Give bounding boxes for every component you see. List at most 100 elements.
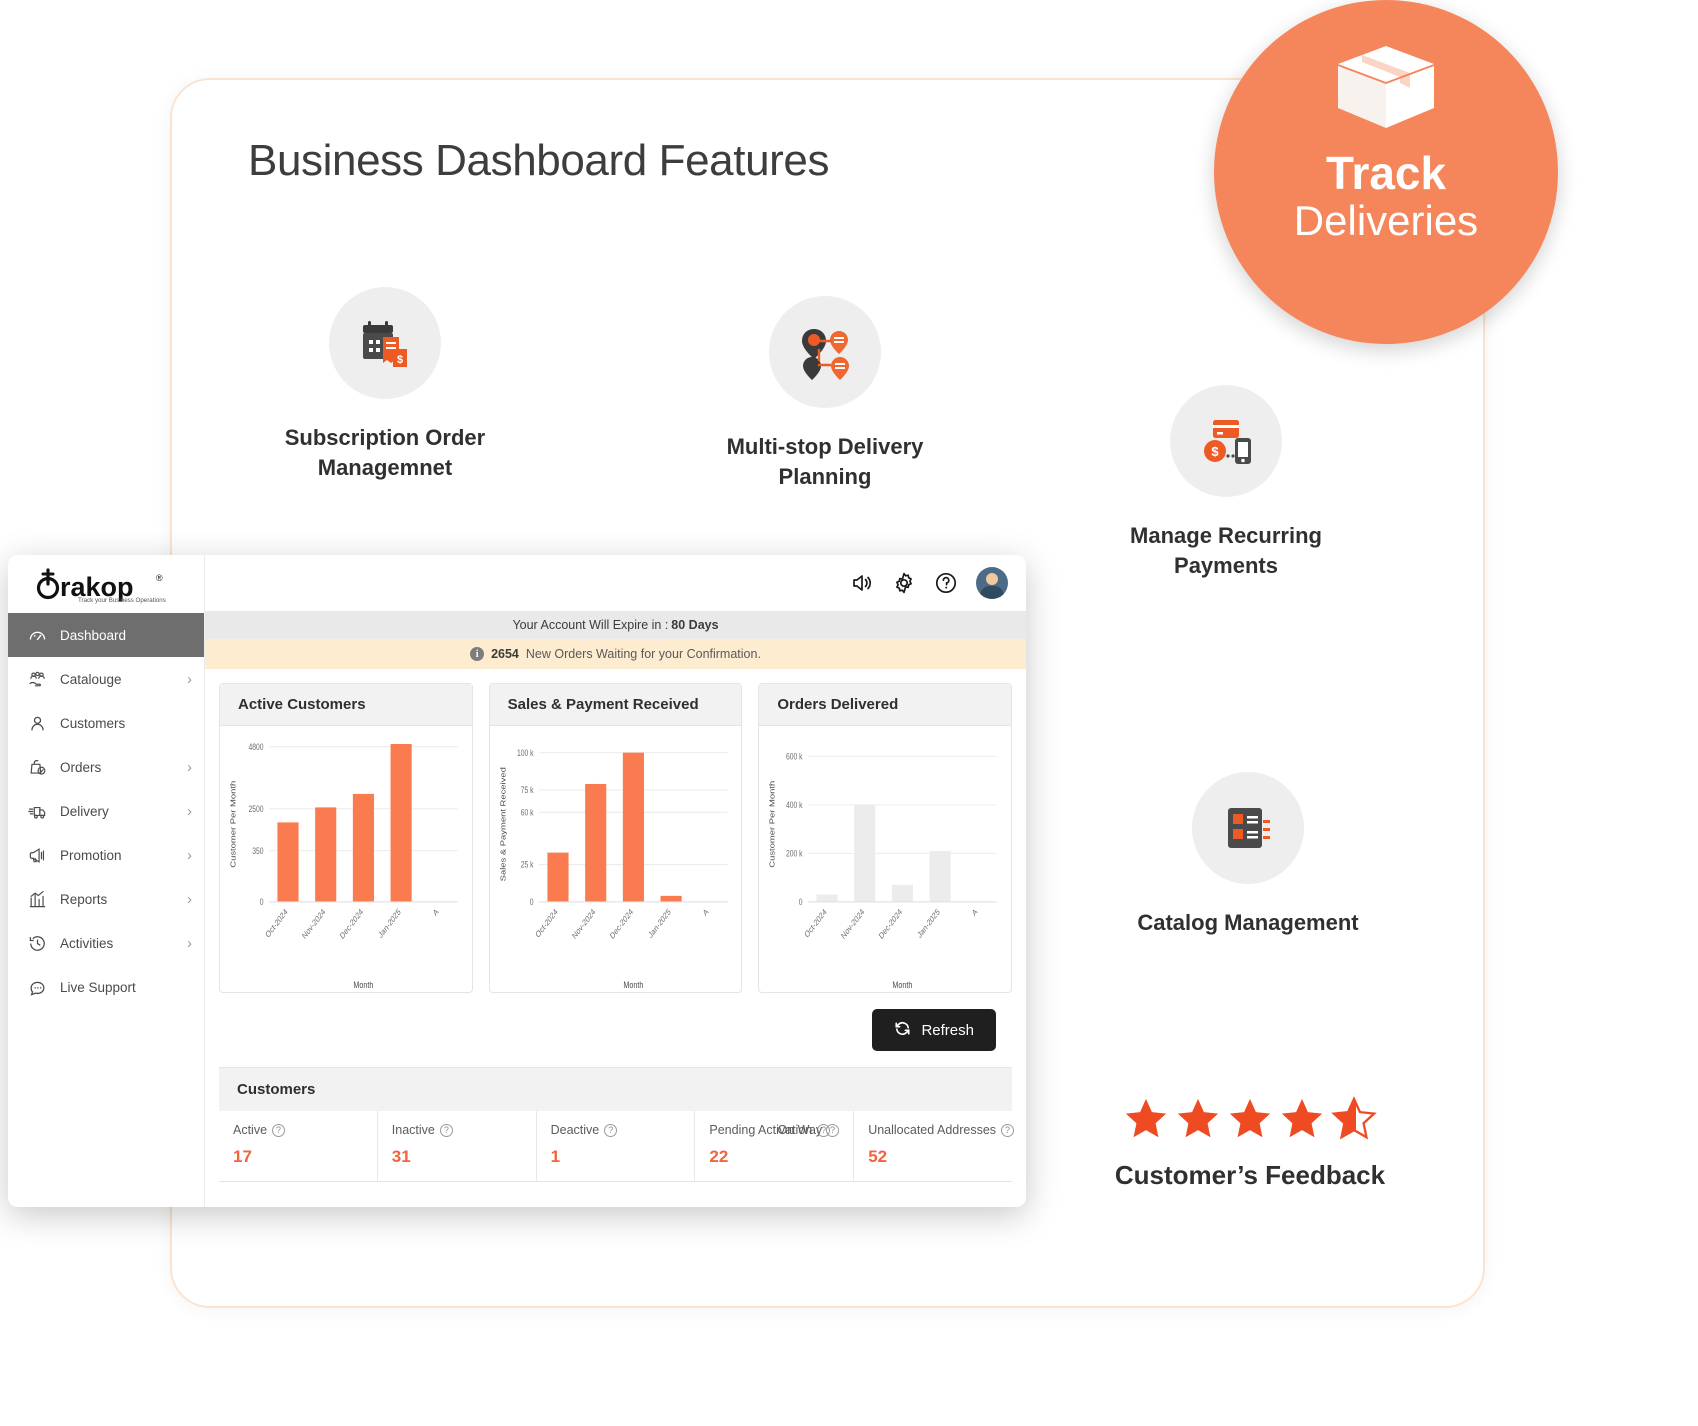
sidebar-item-label: Live Support — [60, 979, 136, 995]
brand-logo[interactable]: rakop ® Track your Business Operations — [8, 555, 204, 613]
svg-text:Jan-2025: Jan-2025 — [916, 906, 942, 940]
feature-label: Manage Recurring Payments — [1130, 523, 1322, 579]
svg-text:0: 0 — [799, 897, 803, 907]
screenshot-root: Business Dashboard Features $ Subscripti — [0, 0, 1698, 1426]
sidebar-item-label: Catalouge — [60, 671, 122, 687]
feature-multistop-delivery-planning: Multi-stop Delivery Planning — [705, 296, 945, 493]
stat-extra-label: On Way — [777, 1123, 823, 1137]
feedback-label: Customer’s Feedback — [1114, 1160, 1386, 1190]
orders-text: New Orders Waiting for your Confirmation… — [525, 647, 761, 661]
feature-manage-recurring-payments: $ Manage Recurring Payments — [1106, 385, 1346, 582]
svg-text:Oct-2024: Oct-2024 — [534, 906, 560, 940]
customer-feedback: Customer’s Feedback — [1100, 1096, 1400, 1191]
user-icon — [24, 714, 50, 733]
sidebar-item-activities[interactable]: Activities › — [8, 921, 204, 965]
charts-row: Active Customers 0 350 2500 4800 Oct-2024 Nov-… — [219, 683, 1013, 993]
sidebar-item-delivery[interactable]: Delivery › — [8, 789, 204, 833]
svg-text:60 k: 60 k — [520, 808, 533, 818]
catalogue-icon — [24, 670, 50, 689]
svg-text:Track your Business Operations: Track your Business Operations — [78, 597, 166, 604]
page-title: Business Dashboard Features — [248, 136, 830, 185]
svg-text:Nov-2024: Nov-2024 — [570, 906, 597, 941]
chart-title: Active Customers — [220, 684, 472, 726]
pending-orders-bar: i 2654 New Orders Waiting for your Confi… — [205, 639, 1026, 669]
svg-text:100 k: 100 k — [517, 748, 534, 758]
chart-card-sales-payment-received: Sales & Payment Received 0 25 k 60 k 75 k 100… — [488, 683, 743, 993]
sidebar-item-label: Orders — [60, 759, 102, 775]
stat-value: 22 — [709, 1147, 729, 1166]
svg-text:400 k: 400 k — [786, 800, 803, 810]
svg-text:A: A — [971, 906, 980, 918]
help-icon[interactable]: ? — [272, 1123, 286, 1137]
refresh-label: Refresh — [921, 1021, 974, 1039]
star-icon — [1125, 1098, 1167, 1138]
history-icon — [24, 934, 50, 953]
track-deliveries-badge: Track Deliveries — [1214, 0, 1558, 344]
help-icon[interactable]: ? — [439, 1123, 453, 1137]
topbar — [205, 555, 1026, 611]
badge-line2: Deliveries — [1293, 197, 1479, 245]
svg-text:350: 350 — [252, 846, 264, 856]
svg-text:600 k: 600 k — [786, 752, 803, 762]
expiry-text: Your Account Will Expire in : — [512, 618, 669, 632]
calendar-invoice-icon: $ — [329, 287, 441, 399]
help-icon[interactable] — [934, 571, 958, 595]
stat-deactive: Deactive? 1 — [537, 1111, 696, 1181]
avatar[interactable] — [976, 567, 1008, 599]
sidebar-item-live-support[interactable]: Live Support — [8, 965, 204, 1009]
chart-card-orders-delivered: Orders Delivered 0 200 k 400 k 600 k Oct-2024… — [758, 683, 1013, 993]
svg-text:4800: 4800 — [248, 742, 264, 752]
chart-title: Orders Delivered — [759, 684, 1012, 726]
route-map-pin-icon — [769, 296, 881, 408]
sidebar-item-label: Reports — [60, 891, 108, 907]
help-icon[interactable]: ? — [826, 1123, 840, 1137]
svg-text:Dec-2024: Dec-2024 — [338, 906, 365, 941]
sidebar-item-dashboard[interactable]: Dashboard — [8, 613, 204, 657]
svg-text:Jan-2025: Jan-2025 — [377, 906, 403, 940]
svg-text:0: 0 — [260, 897, 264, 907]
refresh-button[interactable]: Refresh — [872, 1009, 996, 1051]
svg-text:Customer Per Month: Customer Per Month — [229, 780, 238, 867]
stat-value: 17 — [233, 1147, 252, 1166]
dashboard-window: rakop ® Track your Business Operations D… — [8, 555, 1026, 1207]
feature-catalog-management: Catalog Management — [1128, 772, 1368, 938]
sidebar-nav: Dashboard Catalouge › Customers Orders › Deliv… — [8, 613, 204, 1009]
svg-text:Nov-2024: Nov-2024 — [301, 906, 328, 941]
gear-icon[interactable] — [892, 571, 916, 595]
account-expiry-bar: Your Account Will Expire in : 80 Days — [205, 611, 1026, 639]
star-half-icon — [1331, 1096, 1377, 1140]
svg-text:Nov-2024: Nov-2024 — [840, 906, 867, 941]
chevron-right-icon: › — [187, 670, 192, 688]
star-icon — [1281, 1098, 1323, 1138]
expiry-value: 80 Days — [671, 618, 719, 632]
customer-stats-row: Active? 17 Inactive? 31 Deactive? 1 Pending Ac… — [219, 1111, 1015, 1181]
svg-text:75 k: 75 k — [520, 785, 533, 795]
sidebar-item-reports[interactable]: Reports › — [8, 877, 204, 921]
svg-text:Oct-2024: Oct-2024 — [803, 906, 829, 940]
customers-title: Customers — [219, 1068, 1012, 1111]
chevron-right-icon: › — [187, 758, 192, 776]
stat-extra: On Way? — [778, 1123, 840, 1137]
chevron-right-icon: › — [187, 802, 192, 820]
stat-label-text: Inactive — [391, 1123, 435, 1137]
sidebar-item-catalouge[interactable]: Catalouge › — [8, 657, 204, 701]
chart-plot: 0 200 k 400 k 600 k Oct-2024 Nov-2024 Dec-2024… — [759, 726, 1011, 992]
svg-text:25 k: 25 k — [520, 860, 533, 870]
stat-label: Deactive? — [551, 1123, 695, 1137]
help-icon[interactable]: ? — [1001, 1123, 1015, 1137]
sidebar-item-orders[interactable]: Orders › — [8, 745, 204, 789]
speaker-icon[interactable] — [850, 571, 874, 595]
main-area: Your Account Will Expire in : 80 Days i … — [205, 555, 1026, 1207]
help-icon[interactable]: ? — [604, 1123, 618, 1137]
svg-text:Oct-2024: Oct-2024 — [264, 906, 290, 940]
star-rating — [1100, 1096, 1400, 1142]
refresh-row: Refresh — [219, 993, 1012, 1067]
stat-label-text: Unallocated Addresses — [868, 1123, 997, 1137]
svg-text:Dec-2024: Dec-2024 — [608, 906, 635, 941]
sidebar-item-customers[interactable]: Customers — [8, 701, 204, 745]
stat-value: 31 — [391, 1147, 411, 1166]
sidebar-item-promotion[interactable]: Promotion › — [8, 833, 204, 877]
chart-card-active-customers: Active Customers 0 350 2500 4800 Oct-2024 Nov-… — [219, 683, 473, 993]
customers-panel: Customers Active? 17 Inactive? 31 Deactive? 1… — [219, 1067, 1015, 1182]
chart-plot: 0 350 2500 4800 Oct-2024 Nov-2024 Dec-2024 Jan-… — [220, 726, 472, 992]
